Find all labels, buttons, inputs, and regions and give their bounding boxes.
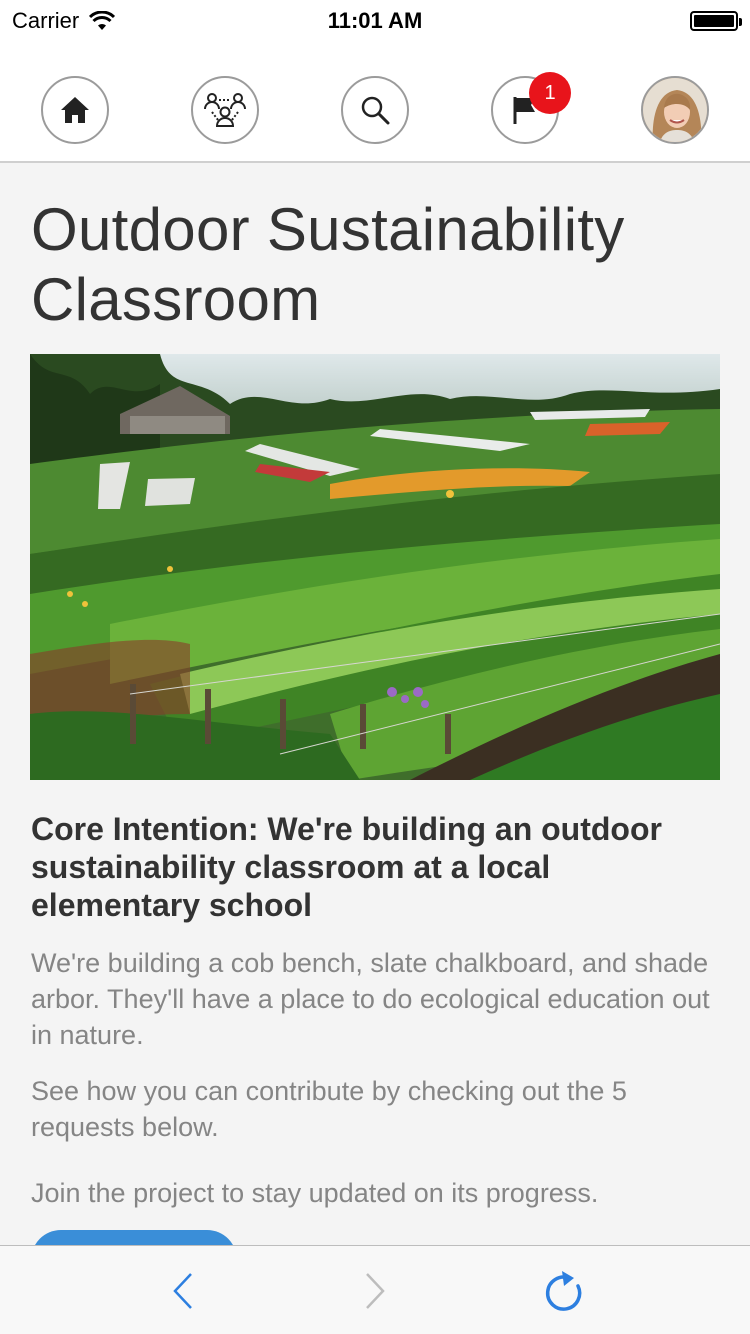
reload-button[interactable] <box>539 1266 589 1316</box>
join-text: Join the project to stay updated on its … <box>31 1178 599 1208</box>
community-button[interactable] <box>191 76 259 144</box>
clock: 11:01 AM <box>327 8 423 33</box>
chevron-left-icon <box>173 1273 192 1309</box>
contribute-text: See how you can contribute by checking o… <box>31 1076 627 1142</box>
top-nav: 1 <box>0 40 750 163</box>
home-button[interactable] <box>41 76 109 144</box>
core-intention: Core Intention: We're building an outdoo… <box>31 811 662 923</box>
home-icon <box>61 97 89 123</box>
profile-photo <box>643 78 707 142</box>
description-text: We're building a cob bench, slate chalkb… <box>31 948 710 1050</box>
forward-button[interactable] <box>350 1266 400 1316</box>
notification-badge: 1 <box>529 72 571 114</box>
back-button[interactable] <box>158 1266 208 1316</box>
hero-image <box>30 354 720 780</box>
avatar[interactable] <box>641 76 709 144</box>
group-icon <box>204 93 246 127</box>
page-title: Outdoor Sustainability Classroom <box>31 196 625 333</box>
battery-fill <box>694 15 734 27</box>
reload-icon <box>545 1271 582 1311</box>
join-button[interactable] <box>31 1230 237 1245</box>
status-bar: Carrier 11:01 AM <box>0 0 750 40</box>
notifications-button[interactable]: 1 <box>491 72 571 144</box>
search-button[interactable] <box>341 76 409 144</box>
search-icon <box>361 96 390 125</box>
project-content: Outdoor Sustainability Classroom Core In… <box>0 165 750 1245</box>
browser-toolbar <box>0 1245 750 1334</box>
battery-icon <box>690 11 742 31</box>
chevron-right-icon <box>366 1273 385 1309</box>
garden-photo <box>30 354 720 780</box>
